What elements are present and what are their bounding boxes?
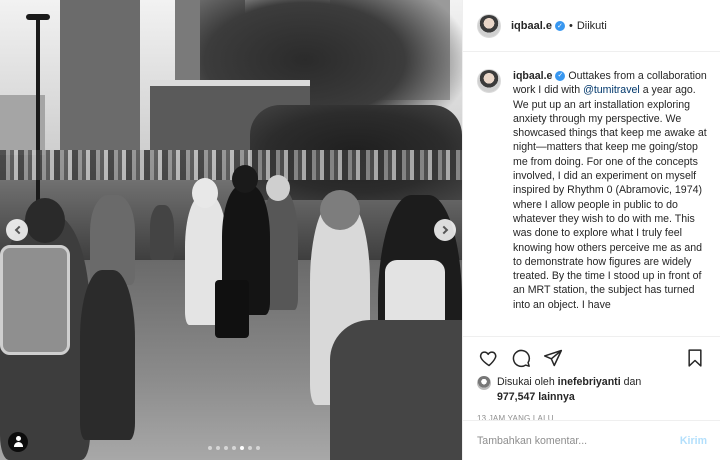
likes-prefix: Disukai oleh	[497, 376, 558, 388]
tagged-users-button[interactable]	[8, 432, 28, 452]
likes-summary: Disukai oleh inefebriyanti dan 977,547 la…	[477, 375, 707, 404]
verified-badge-icon: ✓	[555, 71, 566, 82]
caption-mention-link[interactable]: @tumitravel	[583, 84, 640, 96]
photo-building	[60, 0, 140, 150]
previous-slide-button[interactable]	[6, 219, 28, 241]
likes-suffix[interactable]: lainnya	[535, 391, 575, 403]
carousel-dot	[216, 446, 220, 450]
carousel-dot	[240, 446, 244, 450]
post-header: iqbaal.e ✓ • Diikuti	[463, 0, 720, 52]
save-button[interactable]	[683, 346, 707, 370]
header-username[interactable]: iqbaal.e	[511, 20, 552, 32]
share-button[interactable]	[541, 346, 565, 370]
comment-icon	[512, 349, 531, 368]
photo-person-head	[232, 165, 258, 193]
caption-area: iqbaal.e ✓ Outtakes from a collaboration …	[463, 53, 720, 336]
post-comment-button[interactable]: Kirim	[680, 435, 707, 447]
share-icon	[543, 349, 563, 367]
verified-badge-icon: ✓	[554, 20, 565, 31]
photo-person	[150, 205, 174, 260]
action-icon-row	[477, 343, 707, 373]
post-actions: Disukai oleh inefebriyanti dan 977,547 la…	[463, 336, 720, 423]
comment-form: Kirim	[463, 420, 720, 460]
chevron-right-icon	[439, 225, 448, 235]
liker-avatar[interactable]	[477, 376, 491, 390]
photo-suitcase	[215, 280, 249, 338]
follow-status-button[interactable]: Diikuti	[577, 20, 607, 32]
photo-person-head	[266, 175, 290, 201]
chevron-left-icon	[14, 225, 23, 235]
photo-backpack	[0, 245, 70, 355]
likes-middle: dan	[620, 376, 642, 388]
post-photo[interactable]	[0, 0, 462, 460]
user-icon	[15, 436, 21, 441]
like-button[interactable]	[477, 346, 501, 370]
photo-person-head	[25, 198, 65, 243]
carousel-dot	[256, 446, 260, 450]
photo-crowd	[0, 150, 462, 180]
carousel-dot	[248, 446, 252, 450]
photo-person-head	[320, 190, 360, 230]
post-sidebar: iqbaal.e ✓ • Diikuti iqbaal.e ✓ Outtakes …	[462, 0, 720, 460]
comment-input[interactable]	[477, 434, 680, 447]
post-dialog: iqbaal.e ✓ • Diikuti iqbaal.e ✓ Outtakes …	[0, 0, 720, 460]
photo-person-head	[192, 178, 218, 208]
bookmark-icon	[688, 349, 702, 367]
user-icon-body	[13, 442, 23, 447]
likes-count[interactable]: 977,547	[497, 391, 535, 403]
caption-avatar[interactable]	[477, 69, 501, 93]
carousel-indicator	[208, 446, 260, 450]
carousel-dot	[232, 446, 236, 450]
next-slide-button[interactable]	[434, 219, 456, 241]
avatar[interactable]	[477, 13, 501, 38]
liker-username[interactable]: inefebriyanti	[558, 376, 621, 388]
carousel-dot	[224, 446, 228, 450]
header-separator: •	[568, 19, 573, 32]
comment-button[interactable]	[509, 346, 533, 370]
caption-username[interactable]: iqbaal.e	[513, 70, 552, 82]
likes-text: Disukai oleh inefebriyanti dan 977,547 la…	[497, 375, 641, 404]
photo-arm	[330, 320, 462, 460]
photo-person	[80, 270, 135, 440]
heart-icon	[479, 351, 497, 367]
caption-text: iqbaal.e ✓ Outtakes from a collaboration …	[513, 69, 707, 336]
carousel-dot	[208, 446, 212, 450]
caption-text-rest: a year ago. We put up an art installatio…	[513, 84, 707, 311]
